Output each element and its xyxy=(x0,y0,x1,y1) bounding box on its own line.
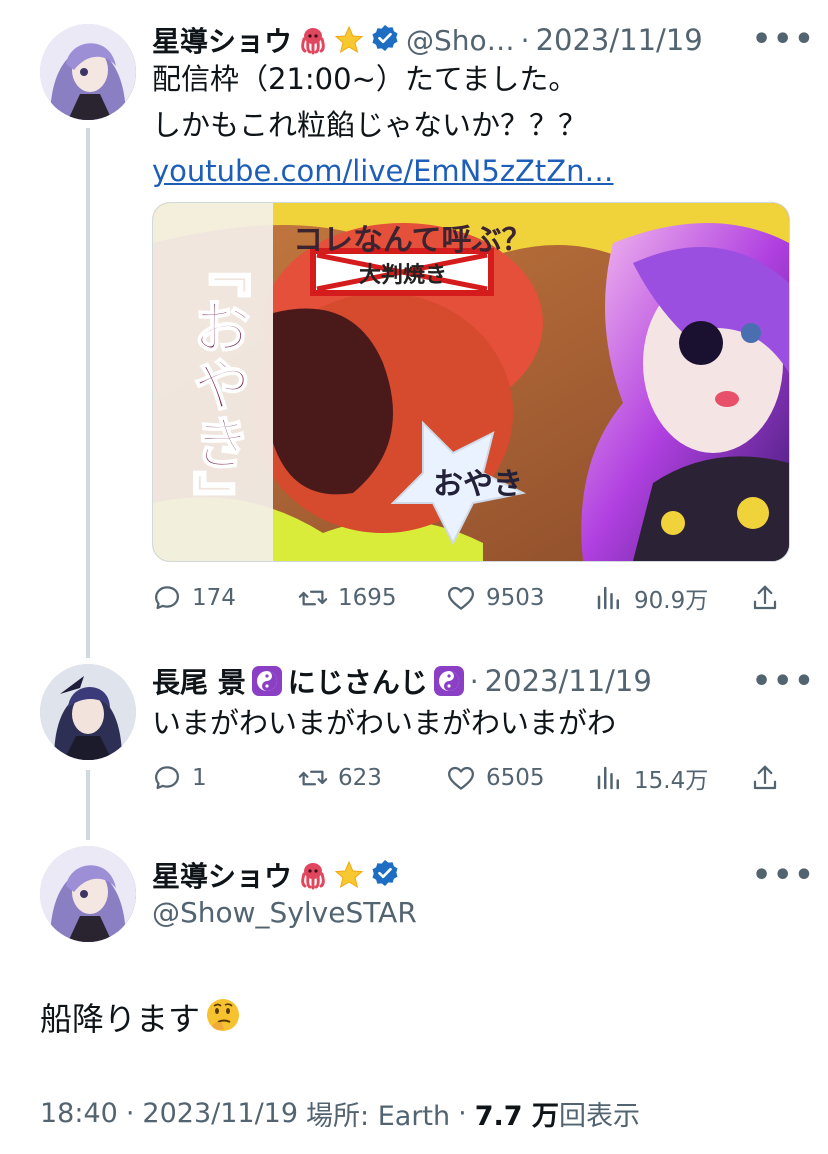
separator-dot: · xyxy=(520,23,530,57)
views-button[interactable]: 90.9万 xyxy=(594,578,708,618)
separator-dot: · xyxy=(469,664,479,698)
avatar-shou[interactable] xyxy=(40,846,136,942)
tweet-line: 配信枠（21:00~）たてました。 xyxy=(152,62,578,96)
tweet1-text: 配信枠（21:00~）たてました。 しかもこれ粒餡じゃないか？？？ youtub… xyxy=(152,56,792,194)
thumbnail-headline: コレなんて呼ぶ？ xyxy=(293,223,532,258)
youtube-link[interactable]: youtube.com/live/EmN5zZtZn… xyxy=(152,148,792,194)
thumbnail-bubble-text: おやき xyxy=(433,467,523,502)
yin-yang-emoji xyxy=(251,666,282,696)
tweet-time[interactable]: 18:40 xyxy=(40,1098,118,1129)
thread-connector-line xyxy=(86,770,90,840)
avatar-nagao[interactable] xyxy=(40,664,136,760)
views-icon xyxy=(597,766,619,790)
like-count: 6505 xyxy=(486,765,545,791)
author-name[interactable]: 長尾 景 xyxy=(152,661,246,701)
star-emoji xyxy=(334,25,364,55)
main-tweet-text: 船降ります xyxy=(40,994,242,1040)
author-handle[interactable]: @Show_SylveSTAR xyxy=(152,896,417,929)
verified-badge-icon[interactable] xyxy=(370,23,400,57)
separator-dot: · xyxy=(458,1098,467,1129)
more-icon[interactable]: ••• xyxy=(752,858,816,893)
retweet-icon xyxy=(298,590,328,606)
author-name[interactable]: 星導ショウ xyxy=(152,20,292,60)
avatar-shou[interactable] xyxy=(40,24,136,120)
more-icon[interactable]: ••• xyxy=(752,664,816,699)
retweet-button[interactable]: 623 xyxy=(298,758,382,798)
tweet2-text: いまがわいまがわいまがわいまがわ xyxy=(152,706,617,740)
views-button[interactable]: 15.4万 xyxy=(594,758,708,798)
location-label: 場所: Earth xyxy=(306,1101,451,1132)
thread-connector-line xyxy=(86,128,90,658)
like-icon xyxy=(448,586,474,610)
author-handle[interactable]: @Sho… xyxy=(406,24,515,57)
video-thumbnail[interactable]: 『おやき』 コレなんて呼ぶ？ 大判焼き おやき xyxy=(152,202,790,562)
thinking-emoji xyxy=(204,996,242,1038)
author-name-suffix[interactable]: にじさんじ xyxy=(288,661,428,701)
tweet-line: しかもこれ粒餡じゃないか？？？ xyxy=(152,108,588,142)
yin-yang-emoji xyxy=(433,666,464,696)
retweet-count: 1695 xyxy=(338,585,397,611)
like-button[interactable]: 9503 xyxy=(446,578,545,618)
tweet2-header: 長尾 景 にじさんじ · 2023/11/19 xyxy=(152,661,652,701)
tweet-date[interactable]: 2023/11/19 xyxy=(485,664,652,698)
like-button[interactable]: 6505 xyxy=(446,758,545,798)
tweet-date[interactable]: 2023/11/19 xyxy=(536,23,703,57)
more-icon[interactable]: ••• xyxy=(752,22,816,57)
share-button[interactable] xyxy=(750,578,780,618)
views-count: 15.4万 xyxy=(634,768,709,794)
views-icon xyxy=(597,586,619,610)
main-text: 船降ります xyxy=(40,1000,201,1038)
share-icon xyxy=(753,585,777,610)
tweet-date[interactable]: 2023/11/19 xyxy=(142,1098,298,1129)
like-count: 9503 xyxy=(486,585,545,611)
share-icon xyxy=(753,765,777,790)
tweet2-actions: 1 623 6505 15.4万 xyxy=(152,758,792,798)
share-button[interactable] xyxy=(750,758,780,798)
octopus-emoji xyxy=(298,860,328,890)
author-name[interactable]: 星導ショウ xyxy=(152,855,292,895)
reply-count: 1 xyxy=(192,765,207,791)
views-count: 7.7 万 xyxy=(474,1101,559,1132)
star-emoji xyxy=(334,860,364,890)
retweet-button[interactable]: 1695 xyxy=(298,578,397,618)
reply-button[interactable]: 174 xyxy=(152,578,236,618)
tweet-metadata: 18:40 · 2023/11/19 場所: Earth · 7.7 万回表示 xyxy=(40,1094,640,1133)
verified-badge-icon[interactable] xyxy=(370,858,400,892)
tweet1-header: 星導ショウ @Sho… · 2023/11/19 xyxy=(152,20,703,60)
like-icon xyxy=(448,766,474,790)
main-header: 星導ショウ xyxy=(152,855,400,895)
reply-count: 174 xyxy=(192,585,236,611)
separator-dot: · xyxy=(125,1098,135,1129)
octopus-emoji xyxy=(298,25,328,55)
tweet1-actions: 174 1695 9503 90.9万 xyxy=(152,578,792,618)
reply-icon xyxy=(155,766,179,790)
views-count: 90.9万 xyxy=(634,588,709,614)
views-label: 回表示 xyxy=(558,1101,640,1132)
reply-icon xyxy=(155,586,179,610)
thumbnail-vertical-title: 『おやき』 xyxy=(182,238,252,530)
thumbnail-crossed-label: 大判焼き xyxy=(358,263,447,288)
reply-button[interactable]: 1 xyxy=(152,758,207,798)
retweet-count: 623 xyxy=(338,765,382,791)
retweet-icon xyxy=(298,770,328,786)
